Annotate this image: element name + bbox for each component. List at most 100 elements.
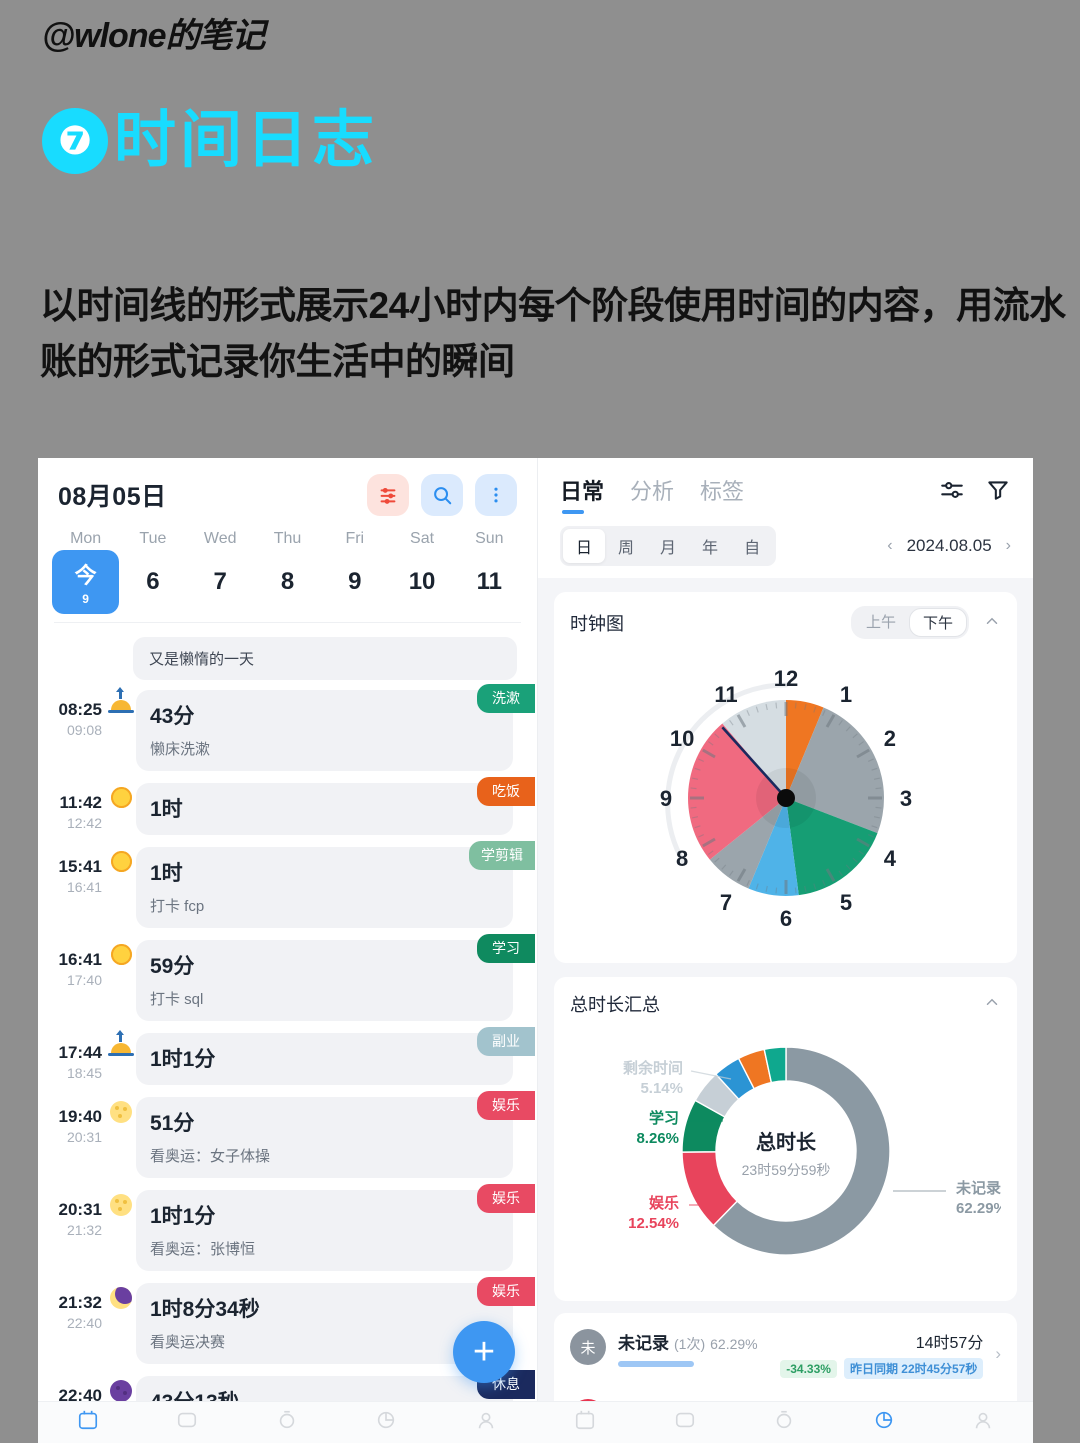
nav-note-icon[interactable] <box>176 1409 198 1436</box>
nav-calendar-icon[interactable] <box>574 1409 596 1436</box>
timeline-entry[interactable]: 17:44 18:45 副业 1时1分 <box>38 1027 537 1091</box>
summary-card-header: 总时长汇总 <box>570 991 1001 1017</box>
timeline-entry[interactable]: 08:25 09:08 洗漱 43分 懒床洗漱 <box>38 684 537 777</box>
donut-slice-percent: 8.26% <box>636 1130 679 1147</box>
clock-tick <box>794 887 797 894</box>
entry-duration: 1时1分 <box>150 1048 216 1071</box>
entry-card[interactable]: 娱乐 1时1分 看奥运：张博恒 <box>136 1184 535 1271</box>
sun-icon <box>110 787 132 808</box>
stats-header: 日常 分析 标签 日 周 月 年 自 ‹ 2024.08.05 › <box>538 458 1033 578</box>
clock-chart-svg: 121234567891011 <box>659 666 911 931</box>
entry-tag[interactable]: 洗漱 <box>477 684 535 713</box>
more-vertical-icon[interactable] <box>475 474 517 516</box>
week-day-label: 今 <box>74 563 97 588</box>
entry-card[interactable]: 学剪辑 1时 打卡 fcp <box>136 841 535 928</box>
entry-card[interactable]: 洗漱 43分懒床洗漱 <box>136 684 535 771</box>
stats-pane: 日常 分析 标签 日 周 月 年 自 ‹ 2024.08.05 › 时钟图 上午… <box>538 458 1033 1443</box>
page-title: ❼ 时间日志 <box>42 108 378 174</box>
entry-end-time: 17:40 <box>66 972 102 988</box>
timeline-entry[interactable]: 20:31 21:32 娱乐 1时1分 看奥运：张博恒 <box>38 1184 537 1277</box>
entry-duration: 1时8分34秒 <box>150 1298 260 1321</box>
donut-slice-percent: 12.54% <box>628 1215 679 1232</box>
clock-hour-label: 8 <box>675 846 687 871</box>
weekday-label: Sun <box>475 530 504 547</box>
week-day-cell[interactable]: 11 <box>456 550 523 614</box>
bottom-navigation <box>38 1401 1033 1443</box>
funnel-icon[interactable] <box>985 477 1011 508</box>
tab-analysis[interactable]: 分析 <box>630 474 674 516</box>
entry-tag[interactable]: 学剪辑 <box>469 841 535 870</box>
range-month[interactable]: 月 <box>647 529 689 563</box>
sliders-horizontal-icon[interactable] <box>939 477 965 508</box>
range-day[interactable]: 日 <box>563 529 606 563</box>
timeline-entry[interactable]: 11:42 12:42 吃饭 1时 <box>38 777 537 841</box>
entry-card[interactable]: 娱乐 51分 看奥运：女子体操 <box>136 1091 535 1178</box>
timeline-pane: 08月05日 Mon Tue Wed Thu Fri Sat Sun 今 9 6… <box>38 458 538 1443</box>
nav-timer-icon[interactable] <box>276 1409 298 1436</box>
timeline-entry[interactable]: 15:41 16:41 学剪辑 1时 打卡 fcp <box>38 841 537 934</box>
nav-calendar-icon[interactable] <box>77 1409 99 1436</box>
week-day-cell-today[interactable]: 今 9 <box>52 550 120 614</box>
entry-end-time: 18:45 <box>66 1065 102 1081</box>
week-day-cell[interactable]: 10 <box>388 550 455 614</box>
nav-profile-icon[interactable] <box>475 1409 497 1436</box>
stats-controls: 日 周 月 年 自 ‹ 2024.08.05 › <box>560 526 1011 566</box>
week-day-cell[interactable]: 9 <box>321 550 388 614</box>
entry-duration: 1时1分 <box>150 1205 216 1228</box>
chevron-right-icon[interactable]: › <box>995 1344 1001 1364</box>
summary-card-title: 总时长汇总 <box>570 995 660 1015</box>
weekday-header: Mon Tue Wed Thu Fri Sat Sun <box>38 522 537 550</box>
entry-card[interactable]: 学习 59分 打卡 sql <box>136 934 535 1021</box>
entry-tag[interactable]: 娱乐 <box>477 1277 535 1306</box>
week-day-cell[interactable]: 8 <box>254 550 321 614</box>
entry-tag[interactable]: 娱乐 <box>477 1091 535 1120</box>
search-icon[interactable] <box>421 474 463 516</box>
week-day-cell[interactable]: 7 <box>187 550 254 614</box>
tab-daily[interactable]: 日常 <box>560 474 604 516</box>
nav-chart-pie-icon[interactable] <box>375 1409 397 1436</box>
clock-tick <box>774 887 777 894</box>
ampm-pm[interactable]: 下午 <box>908 608 967 637</box>
entry-card[interactable]: 副业 1时1分 <box>136 1027 535 1085</box>
entry-tag[interactable]: 副业 <box>477 1027 535 1056</box>
entry-duration: 43分 <box>150 705 195 728</box>
range-custom[interactable]: 自 <box>731 529 773 563</box>
range-week[interactable]: 周 <box>605 529 647 563</box>
selected-date: 2024.08.05 <box>906 536 992 555</box>
timeline-entry[interactable]: 19:40 20:31 娱乐 51分 看奥运：女子体操 <box>38 1091 537 1184</box>
entry-card[interactable]: 吃饭 1时 <box>136 777 535 835</box>
entry-tag[interactable]: 吃饭 <box>477 777 535 806</box>
range-year[interactable]: 年 <box>689 529 731 563</box>
entry-description: 懒床洗漱 <box>150 741 211 758</box>
week-day-label: 10 <box>408 568 436 595</box>
sunrise-icon <box>108 687 134 714</box>
tab-tags[interactable]: 标签 <box>700 474 744 516</box>
nav-timer-icon[interactable] <box>773 1409 795 1436</box>
category-info: 未记录 (1次) 62.29% <box>618 1329 780 1367</box>
entry-tag[interactable]: 娱乐 <box>477 1184 535 1213</box>
stats-header-actions <box>939 477 1011 514</box>
chevron-up-icon[interactable] <box>983 612 1001 634</box>
clock-hour-label: 6 <box>779 906 791 931</box>
entry-start-time: 15:41 <box>58 857 102 876</box>
moon-icon <box>110 1194 132 1216</box>
category-stat-row[interactable]: 未未记录 (1次) 62.29% 14时57分 -34.33% 昨日同期 22时45分57… <box>570 1319 1001 1389</box>
nav-chart-pie-icon[interactable] <box>873 1409 895 1436</box>
prev-date-icon[interactable]: ‹ <box>887 537 892 555</box>
clock-card-title: 时钟图 <box>570 613 624 634</box>
nav-profile-icon[interactable] <box>972 1409 994 1436</box>
sliders-icon[interactable] <box>367 474 409 516</box>
sun-icon <box>110 851 132 872</box>
add-entry-button[interactable]: + <box>453 1321 515 1383</box>
week-day-cell[interactable]: 6 <box>119 550 186 614</box>
donut-slice-label: 娱乐 <box>648 1194 678 1212</box>
entry-tag[interactable]: 学习 <box>477 934 535 963</box>
ampm-am[interactable]: 上午 <box>853 608 909 637</box>
nav-note-icon[interactable] <box>674 1409 696 1436</box>
timeline-entry[interactable]: 16:41 17:40 学习 59分 打卡 sql <box>38 934 537 1027</box>
chevron-up-icon[interactable] <box>983 993 1001 1015</box>
next-date-icon[interactable]: › <box>1006 537 1011 555</box>
entry-start-time: 16:41 <box>58 950 102 969</box>
day-note[interactable]: 又是懒惰的一天 <box>133 637 517 680</box>
bottom-nav-right <box>536 1409 1034 1436</box>
